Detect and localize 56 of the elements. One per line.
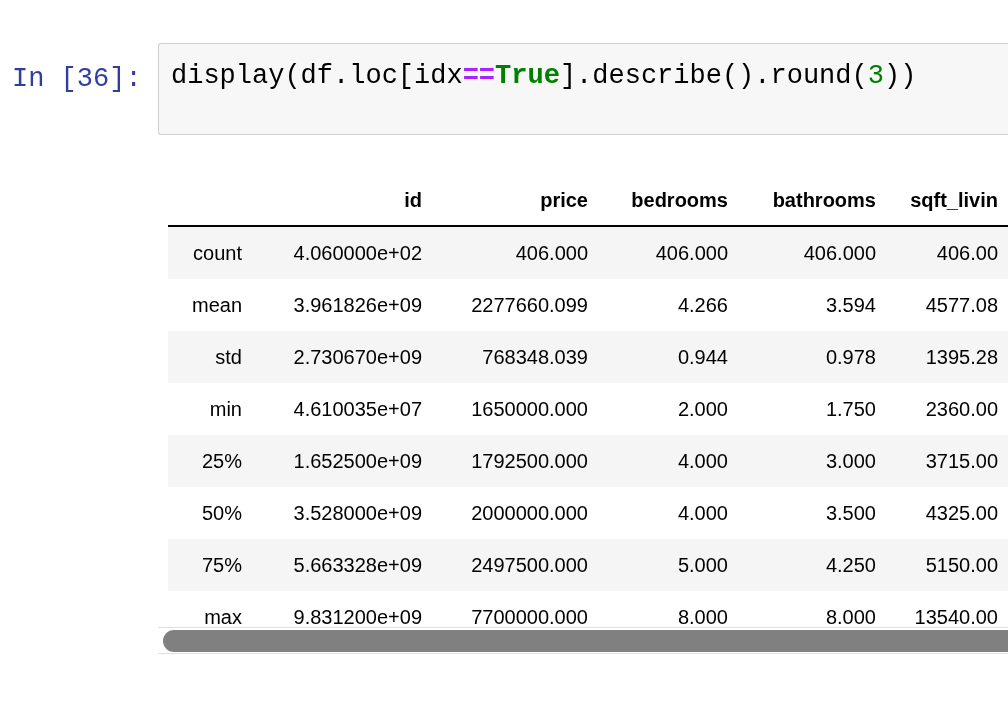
column-header: price bbox=[539, 188, 589, 213]
table-cell-text: 1792500.000 bbox=[470, 449, 589, 474]
table-cell-text: 9.831200e+09 bbox=[292, 605, 423, 627]
table-cell-text: 8.000 bbox=[676, 605, 729, 627]
column-header: id bbox=[403, 188, 423, 213]
table-cell-text: 2277660.099 bbox=[470, 293, 589, 318]
table-cell-text: 0.978 bbox=[824, 345, 877, 370]
table-cell-text: 1.652500e+09 bbox=[292, 449, 423, 474]
table-cell-text: 406.000 bbox=[802, 241, 877, 266]
table-cell-text: 2000000.000 bbox=[470, 501, 589, 526]
row-label: mean bbox=[190, 293, 243, 318]
table-cell-text: 1.750 bbox=[824, 397, 877, 422]
table-cell-text: 3.500 bbox=[824, 501, 877, 526]
table-cell-text: 3.528000e+09 bbox=[292, 501, 423, 526]
table-cell-text: 2.730670e+09 bbox=[292, 345, 423, 370]
table-cell-text: 3.000 bbox=[824, 449, 877, 474]
table-cell-text: 0.944 bbox=[676, 345, 729, 370]
table-cell-text: 1395.28 bbox=[924, 345, 999, 370]
table-cell-text: 3.961826e+09 bbox=[292, 293, 423, 318]
column-header: bathrooms bbox=[771, 188, 877, 213]
table-cell-text: 2497500.000 bbox=[470, 553, 589, 578]
table-cell-text: 5150.00 bbox=[924, 553, 999, 578]
table-cell-text: 1650000.000 bbox=[470, 397, 589, 422]
column-header: bedrooms bbox=[630, 188, 729, 213]
table-cell-text: 7700000.000 bbox=[470, 605, 589, 627]
table-cell-text: 406.000 bbox=[654, 241, 729, 266]
code-cell[interactable]: display(df.loc[idx==True].describe().round(3)) bbox=[158, 43, 1008, 135]
table-cell-text: 5.663328e+09 bbox=[292, 553, 423, 578]
table-cell-text: 13540.00 bbox=[913, 605, 999, 627]
table-cell-text: 5.000 bbox=[676, 553, 729, 578]
table-cell-text: 768348.039 bbox=[481, 345, 589, 370]
table-cell-text: 4.060000e+02 bbox=[292, 241, 423, 266]
column-header: sqft_livin bbox=[909, 188, 999, 213]
row-label: min bbox=[208, 397, 243, 422]
table-cell-text: 3.594 bbox=[824, 293, 877, 318]
row-label: count bbox=[192, 241, 243, 266]
scrollbar[interactable] bbox=[163, 630, 1008, 652]
table-cell-text: 4.250 bbox=[824, 553, 877, 578]
table-cell-text: 2360.00 bbox=[924, 397, 999, 422]
row-label: std bbox=[214, 345, 243, 370]
table-cell-text: 4.000 bbox=[676, 501, 729, 526]
input-prompt: In [36]: bbox=[11, 63, 143, 96]
table-cell-text: 2.000 bbox=[676, 397, 729, 422]
table-cell-text: 4325.00 bbox=[924, 501, 999, 526]
row-label: max bbox=[203, 605, 243, 627]
row-label: 75% bbox=[200, 553, 243, 578]
table-cell-text: 406.00 bbox=[935, 241, 999, 266]
table-cell-text: 406.000 bbox=[514, 241, 589, 266]
table-cell-text: 4.266 bbox=[676, 293, 729, 318]
table-cell-text: 3715.00 bbox=[924, 449, 999, 474]
row-label: 25% bbox=[200, 449, 243, 474]
table-cell-text: 4.610035e+07 bbox=[292, 397, 423, 422]
table-cell-text: 4577.08 bbox=[924, 293, 999, 318]
row-label: 50% bbox=[200, 501, 243, 526]
table-cell-text: 4.000 bbox=[676, 449, 729, 474]
table-cell-text: 8.000 bbox=[824, 605, 877, 627]
